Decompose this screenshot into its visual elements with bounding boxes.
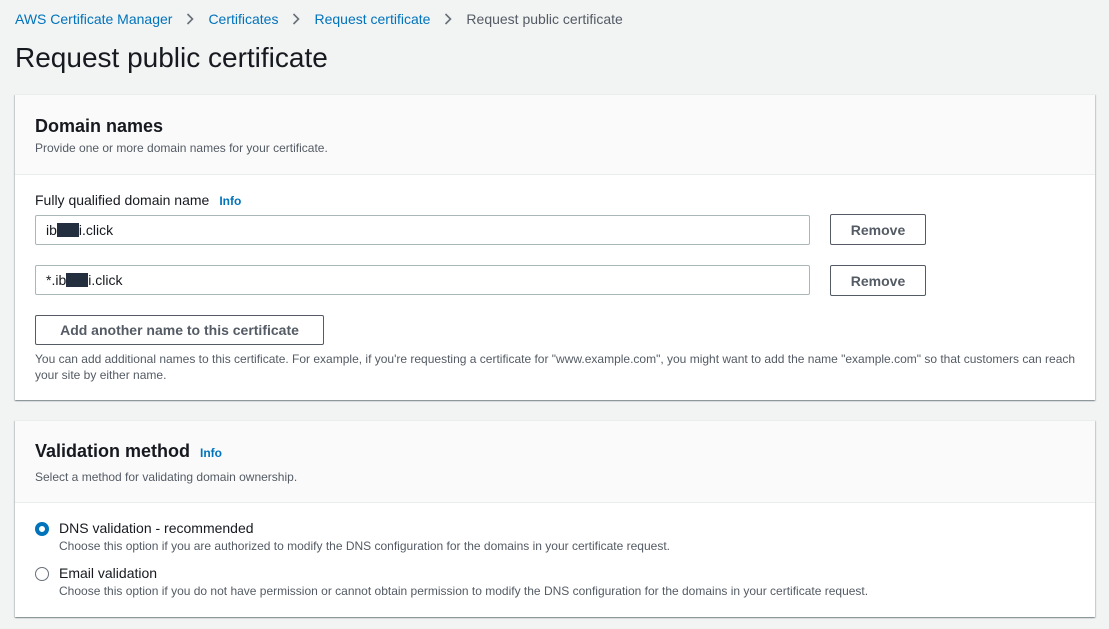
breadcrumb-current: Request public certificate: [466, 11, 623, 27]
domain-names-title: Domain names: [35, 116, 164, 136]
email-validation-text: Email validation Choose this option if y…: [59, 565, 868, 598]
domain-names-description: Provide one or more domain names for you…: [35, 141, 328, 155]
validation-title-row: Validation method Info: [35, 441, 1075, 462]
domain-name-input-1[interactable]: ib i.click: [35, 215, 810, 245]
domain-value-prefix: *.ib: [46, 272, 67, 288]
remove-domain-2-button[interactable]: Remove: [830, 265, 926, 296]
chevron-right-icon: [186, 13, 195, 25]
dns-validation-option[interactable]: DNS validation - recommended Choose this…: [35, 520, 670, 553]
breadcrumb-acm-link[interactable]: AWS Certificate Manager: [15, 11, 172, 27]
breadcrumb-request-certificate-link[interactable]: Request certificate: [314, 11, 430, 27]
fqdn-info-link[interactable]: Info: [219, 194, 241, 208]
chevron-right-icon: [292, 13, 301, 25]
validation-method-description: Select a method for validating domain ow…: [35, 470, 298, 484]
redaction-block: [66, 273, 89, 287]
domain-value-suffix: i.click: [88, 272, 123, 288]
fqdn-label-row: Fully qualified domain name Info: [35, 192, 241, 208]
dns-validation-radio[interactable]: [35, 522, 49, 536]
domain-names-panel: Domain names Provide one or more domain …: [15, 94, 1095, 400]
fqdn-label: Fully qualified domain name: [35, 192, 210, 208]
dns-validation-description: Choose this option if you are authorized…: [59, 539, 670, 553]
domain-value-prefix: ib: [46, 222, 57, 238]
add-another-name-button[interactable]: Add another name to this certificate: [35, 315, 324, 345]
dns-validation-text: DNS validation - recommended Choose this…: [59, 520, 670, 553]
validation-method-panel: Validation method Info Select a method f…: [15, 420, 1095, 617]
domain-name-input-2[interactable]: *.ib i.click: [35, 265, 810, 295]
breadcrumb-certificates-link[interactable]: Certificates: [208, 11, 278, 27]
page-title: Request public certificate: [15, 42, 328, 73]
email-validation-radio[interactable]: [35, 567, 49, 581]
validation-info-link[interactable]: Info: [200, 446, 222, 460]
email-validation-label: Email validation: [59, 565, 158, 581]
domain-value-suffix: i.click: [78, 222, 114, 238]
validation-method-title: Validation method: [35, 441, 191, 461]
domain-names-header: Domain names Provide one or more domain …: [15, 95, 1095, 175]
validation-method-header: Validation method Info Select a method f…: [15, 421, 1095, 503]
add-name-helper-text: You can add additional names to this cer…: [35, 352, 1076, 382]
chevron-right-icon: [444, 13, 453, 25]
email-validation-option[interactable]: Email validation Choose this option if y…: [35, 565, 868, 598]
breadcrumb: AWS Certificate Manager Certificates Req…: [15, 10, 623, 28]
redaction-block: [56, 223, 79, 237]
dns-validation-label: DNS validation - recommended: [59, 520, 254, 536]
email-validation-description: Choose this option if you do not have pe…: [59, 584, 869, 598]
remove-domain-1-button[interactable]: Remove: [830, 214, 926, 245]
